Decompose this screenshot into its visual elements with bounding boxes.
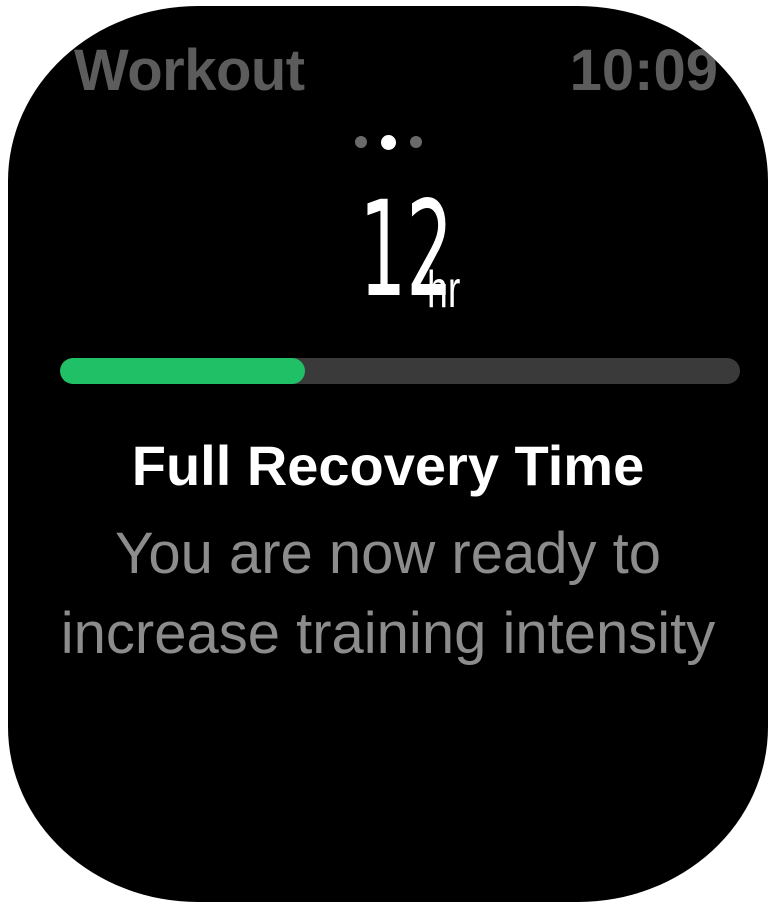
card-title: Full Recovery Time xyxy=(131,434,645,497)
card-description: You are now ready to increase training i… xyxy=(60,521,716,666)
page-dot xyxy=(409,136,422,148)
app-title: Workout xyxy=(74,38,305,103)
recovery-hours-unit: hr xyxy=(427,261,461,319)
page-dot xyxy=(354,136,367,148)
page-indicator xyxy=(8,134,768,150)
page-dot-active xyxy=(380,134,396,150)
watch-screen: Workout 10:09 12hr Full Recovery Time Yo… xyxy=(8,6,768,902)
recovery-progress-bar xyxy=(60,358,740,384)
recovery-progress-fill xyxy=(60,358,305,384)
clock-time: 10:09 xyxy=(569,38,718,103)
recovery-metric: 12hr xyxy=(8,184,768,316)
